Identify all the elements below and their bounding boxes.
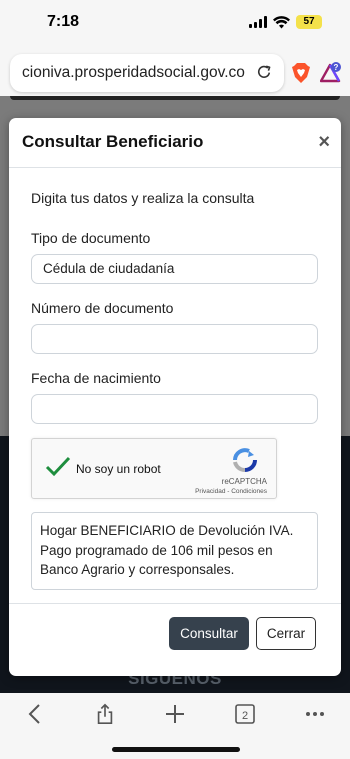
- back-icon[interactable]: [24, 703, 48, 725]
- consultar-beneficiario-modal: Consultar Beneficiario × Digita tus dato…: [9, 118, 341, 676]
- cellular-signal-icon: [249, 16, 267, 28]
- numero-documento-label: Número de documento: [31, 300, 174, 316]
- recaptcha-widget: No soy un robot reCAPTCHA Privacidad - C…: [31, 438, 277, 499]
- recaptcha-label: No soy un robot: [76, 462, 161, 476]
- consultar-button[interactable]: Consultar: [169, 617, 249, 650]
- share-icon[interactable]: [93, 703, 117, 725]
- tipo-documento-select[interactable]: Cédula de ciudadanía: [31, 254, 318, 284]
- brave-shields-icon[interactable]: [291, 62, 311, 84]
- recaptcha-checkbox[interactable]: [45, 456, 71, 478]
- battery-icon: 57: [296, 15, 322, 29]
- fecha-nacimiento-label: Fecha de nacimiento: [31, 370, 161, 386]
- tab-count: 2: [242, 710, 248, 722]
- reload-icon[interactable]: [256, 64, 272, 80]
- cerrar-button[interactable]: Cerrar: [256, 617, 316, 650]
- brave-rewards-icon[interactable]: ?: [320, 62, 342, 84]
- home-indicator: [112, 747, 240, 752]
- fecha-nacimiento-input[interactable]: [31, 394, 318, 424]
- wifi-icon: [273, 15, 290, 28]
- recaptcha-brand: reCAPTCHA: [221, 477, 267, 486]
- modal-footer-divider: [9, 603, 341, 604]
- recaptcha-logo-icon: [233, 448, 257, 472]
- more-menu-icon[interactable]: [303, 703, 327, 725]
- intro-text: Digita tus datos y realiza la consulta: [31, 190, 255, 206]
- status-time: 7:18: [47, 13, 80, 30]
- browser-address-area: cioniva.prosperidadsocial.gov.co ?: [0, 52, 350, 96]
- status-icons: 57: [249, 15, 322, 29]
- modal-header: Consultar Beneficiario ×: [9, 118, 341, 168]
- tipo-documento-label: Tipo de documento: [31, 230, 151, 246]
- numero-documento-input[interactable]: [31, 324, 318, 354]
- new-tab-plus-icon[interactable]: [163, 703, 187, 725]
- tabs-icon[interactable]: 2: [233, 703, 257, 725]
- modal-title: Consultar Beneficiario: [22, 132, 204, 151]
- recaptcha-links[interactable]: Privacidad - Condiciones: [195, 488, 267, 495]
- address-bar[interactable]: cioniva.prosperidadsocial.gov.co: [10, 54, 284, 92]
- result-message: Hogar BENEFICIARIO de Devolución IVA. Pa…: [31, 512, 318, 590]
- status-bar: 7:18 57: [0, 0, 350, 46]
- url-text: cioniva.prosperidadsocial.gov.co: [22, 64, 245, 81]
- close-icon[interactable]: ×: [318, 132, 330, 152]
- rewards-badge: ?: [334, 63, 339, 72]
